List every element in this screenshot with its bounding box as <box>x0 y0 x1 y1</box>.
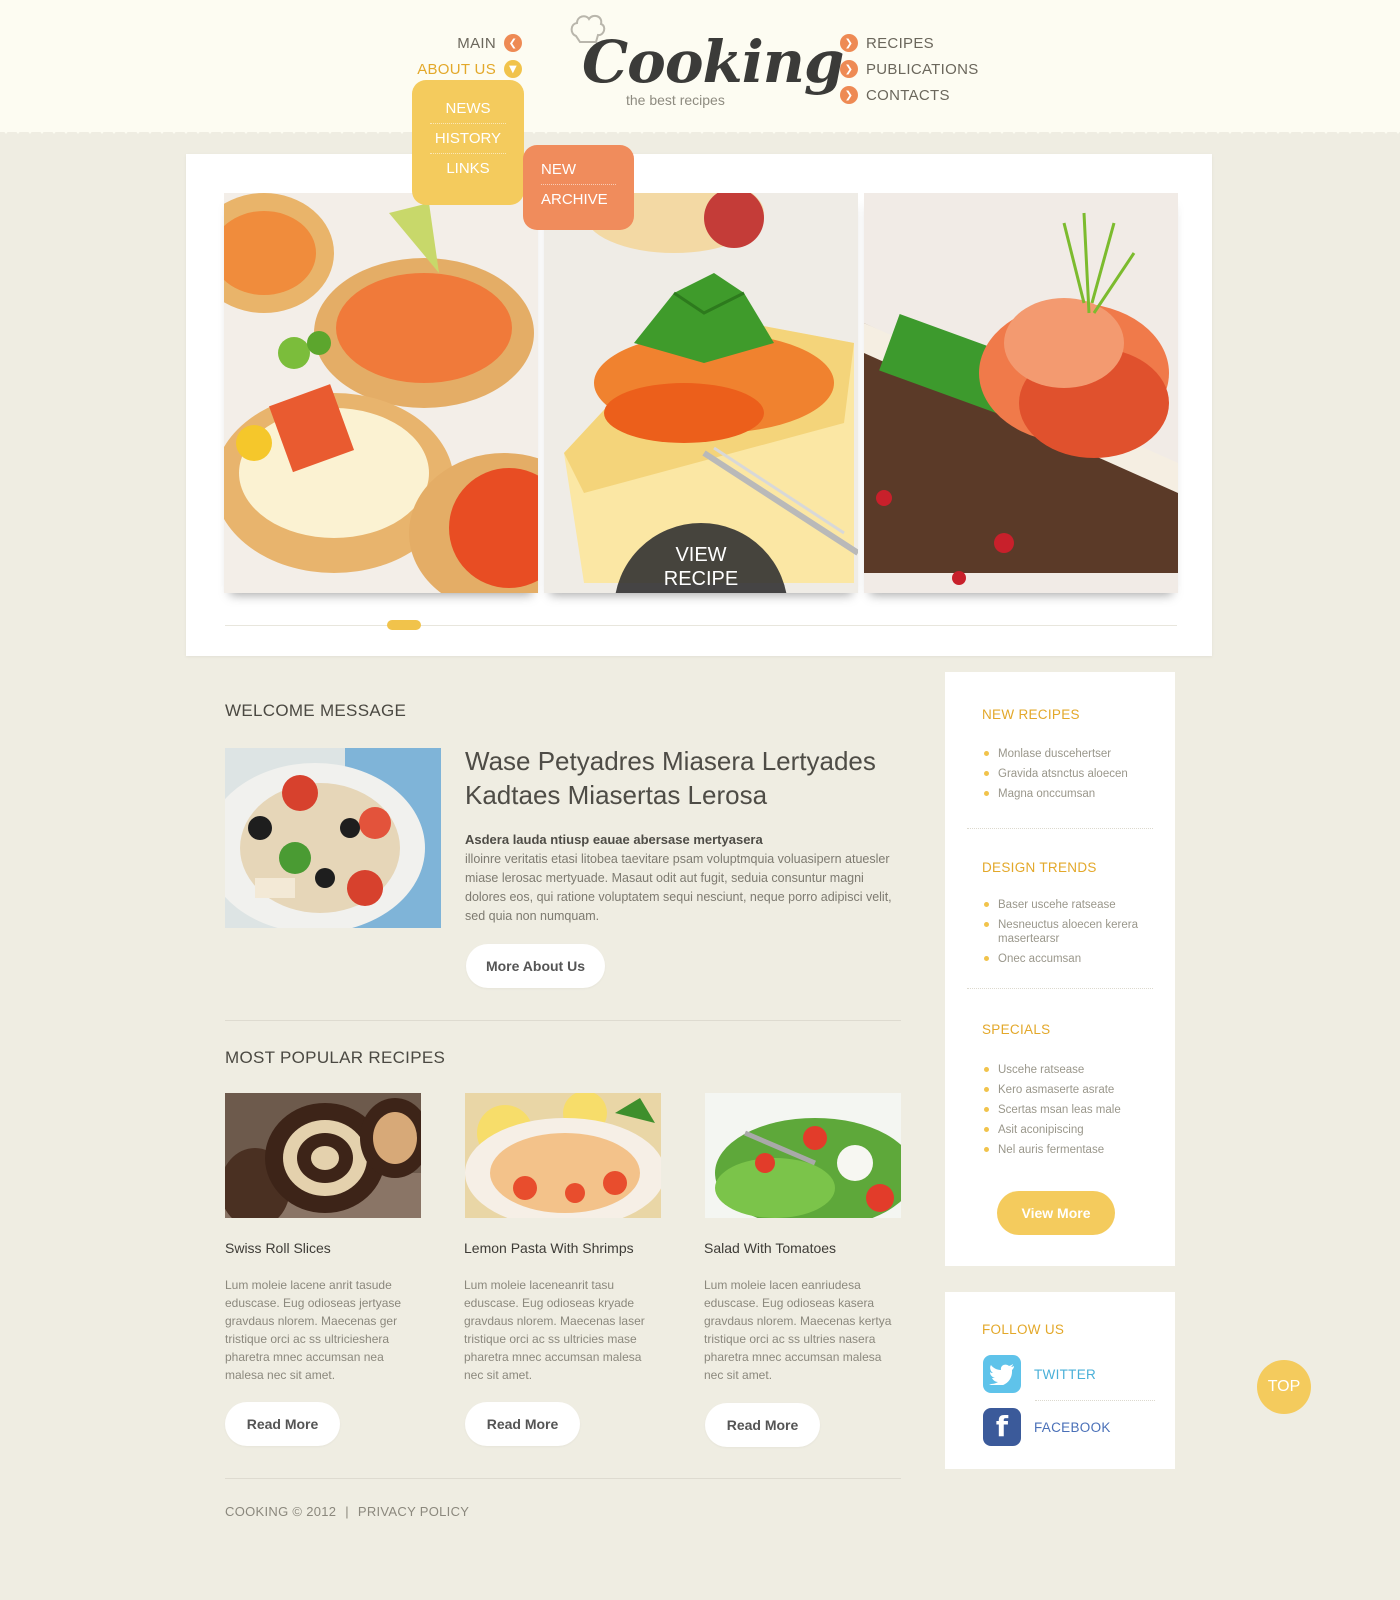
list-item[interactable]: Monlase duscehertser <box>983 747 1163 761</box>
dropdown-item-history[interactable]: HISTORY <box>430 124 506 154</box>
sidebar-divider <box>967 828 1153 829</box>
list-item[interactable]: Nel auris fermentase <box>983 1143 1163 1157</box>
site-header: MAIN ❮ ABOUT US ▼ Cooking the best recip… <box>0 0 1400 132</box>
nav-publications[interactable]: ❯ PUBLICATIONS <box>840 56 979 82</box>
specials-list: Uscehe ratsease Kero asmaserte asrate Sc… <box>983 1063 1163 1163</box>
footer-copyright: COOKING © 2012 <box>225 1504 337 1519</box>
more-about-us-button[interactable]: More About Us <box>466 944 605 988</box>
welcome-salad-image <box>225 748 441 928</box>
scroll-top-button[interactable]: TOP <box>1257 1360 1311 1414</box>
design-trends-list: Baser uscehe ratsease Nesneuctus aloecen… <box>983 898 1163 972</box>
welcome-section-title: WELCOME MESSAGE <box>225 701 407 720</box>
read-more-button-3[interactable]: Read More <box>705 1403 820 1447</box>
tartlets-image <box>224 193 538 593</box>
nav-main-label: MAIN <box>457 34 496 52</box>
welcome-heading: Wase Petyadres Miasera Lertyades Kadtaes… <box>465 744 905 812</box>
dropdown-item-archive[interactable]: ARCHIVE <box>541 185 616 215</box>
nav-publications-label: PUBLICATIONS <box>866 60 979 78</box>
recipe-text-2: Lum moleie laceneanrit tasu eduscase. Eu… <box>464 1278 645 1382</box>
new-recipes-title: NEW RECIPES <box>982 707 1080 722</box>
read-more-button-1[interactable]: Read More <box>225 1402 340 1446</box>
list-item[interactable]: Onec accumsan <box>983 952 1163 966</box>
design-trends-title: DESIGN TRENDS <box>982 860 1097 875</box>
footer-divider <box>225 1478 901 1479</box>
welcome-heading-line2: Kadtaes Miasertas Lerosa <box>465 780 768 810</box>
recipe-title-2[interactable]: Lemon Pasta With Shrimps <box>464 1240 634 1256</box>
specials-title: SPECIALS <box>982 1022 1051 1037</box>
welcome-lead: Asdera lauda ntiusp eauae abersase merty… <box>465 832 763 847</box>
sub-dropdown: NEW ARCHIVE <box>523 145 634 230</box>
nav-contacts[interactable]: ❯ CONTACTS <box>840 82 979 108</box>
nav-right: ❯ RECIPES ❯ PUBLICATIONS ❯ CONTACTS <box>840 30 979 108</box>
dropdown-item-links[interactable]: LINKS <box>430 154 506 184</box>
follow-us-title: FOLLOW US <box>982 1322 1065 1337</box>
popular-section-title: MOST POPULAR RECIPES <box>225 1048 446 1067</box>
logo-subtitle: the best recipes <box>626 92 725 108</box>
view-recipe-line2: RECIPE <box>663 568 739 590</box>
nav-about-label: ABOUT US <box>417 60 496 78</box>
list-item[interactable]: Scertas msan leas male <box>983 1103 1163 1117</box>
view-more-button[interactable]: View More <box>997 1191 1115 1235</box>
welcome-heading-line1: Wase Petyadres Miasera Lertyades <box>465 746 876 776</box>
logo-title: Cooking <box>582 28 844 96</box>
nav-about-us[interactable]: ABOUT US ▼ <box>417 56 522 82</box>
list-item[interactable]: Uscehe ratsease <box>983 1063 1163 1077</box>
nav-contacts-label: CONTACTS <box>866 86 950 104</box>
image-slider: VIEW RECIPE <box>186 154 1212 656</box>
sidebar-follow-box: FOLLOW US TWITTER f FACEBOOK <box>945 1292 1175 1469</box>
facebook-label: FACEBOOK <box>1034 1419 1111 1435</box>
privacy-policy-link[interactable]: PRIVACY POLICY <box>358 1504 469 1519</box>
list-item[interactable]: Gravida atsnctus aloecen <box>983 767 1163 781</box>
nav-left: MAIN ❮ ABOUT US ▼ <box>417 30 522 82</box>
chevron-left-icon: ❮ <box>504 34 522 52</box>
recipe-title-3[interactable]: Salad With Tomatoes <box>704 1240 836 1256</box>
recipe-text-3: Lum moleie lacen eanriudesa eduscase. Eu… <box>704 1278 892 1382</box>
slider-pager-active[interactable] <box>387 620 421 630</box>
list-item[interactable]: Baser uscehe ratsease <box>983 898 1163 912</box>
slide-cheesecake[interactable]: VIEW RECIPE <box>544 193 858 593</box>
recipe-title-1[interactable]: Swiss Roll Slices <box>225 1240 331 1256</box>
about-dropdown: NEWS HISTORY LINKS <box>412 80 524 205</box>
chevron-right-icon: ❯ <box>840 60 858 78</box>
nav-recipes-label: RECIPES <box>866 34 934 52</box>
recipe-image-lemon-pasta[interactable] <box>465 1093 661 1218</box>
twitter-label: TWITTER <box>1034 1366 1097 1382</box>
salmon-toast-image <box>864 193 1178 593</box>
facebook-icon: f <box>983 1408 1021 1446</box>
list-item[interactable]: Kero asmaserte asrate <box>983 1083 1163 1097</box>
twitter-link[interactable]: TWITTER <box>983 1355 1096 1393</box>
sidebar-divider <box>1035 1400 1155 1401</box>
slide-salmon-toast[interactable] <box>864 193 1178 593</box>
nav-main[interactable]: MAIN ❮ <box>417 30 522 56</box>
recipe-image-swiss-roll[interactable] <box>225 1093 421 1218</box>
read-more-button-2[interactable]: Read More <box>465 1402 580 1446</box>
list-item[interactable]: Magna onccumsan <box>983 787 1163 801</box>
list-item[interactable]: Nesneuctus aloecen kerera masertearsr <box>983 918 1163 946</box>
recipe-text-1: Lum moleie lacene anrit tasude eduscase.… <box>225 1278 402 1382</box>
new-recipes-list: Monlase duscehertser Gravida atsnctus al… <box>983 747 1163 807</box>
chevron-right-icon: ❯ <box>840 34 858 52</box>
sidebar-recipes-box: NEW RECIPES Monlase duscehertser Gravida… <box>945 672 1175 1266</box>
chevron-down-icon: ▼ <box>504 60 522 78</box>
header-zigzag-edge <box>0 126 1400 134</box>
welcome-body: illoinre veritatis etasi litobea taevita… <box>465 852 892 923</box>
facebook-link[interactable]: f FACEBOOK <box>983 1408 1111 1446</box>
footer: COOKING © 2012 | PRIVACY POLICY <box>225 1504 469 1519</box>
slider-track <box>225 625 1177 626</box>
view-recipe-line1: VIEW <box>675 544 727 566</box>
divider <box>225 1020 901 1021</box>
sidebar-divider <box>967 988 1153 989</box>
recipe-image-salad[interactable] <box>705 1093 901 1218</box>
list-item[interactable]: Asit aconipiscing <box>983 1123 1163 1137</box>
footer-separator: | <box>345 1504 349 1519</box>
dropdown-item-new[interactable]: NEW <box>541 155 616 185</box>
slide-tartlets[interactable] <box>224 193 538 593</box>
nav-recipes[interactable]: ❯ RECIPES <box>840 30 979 56</box>
twitter-icon <box>983 1355 1021 1393</box>
site-logo[interactable]: Cooking the best recipes <box>568 10 844 120</box>
dropdown-item-news[interactable]: NEWS <box>430 94 506 124</box>
chevron-right-icon: ❯ <box>840 86 858 104</box>
